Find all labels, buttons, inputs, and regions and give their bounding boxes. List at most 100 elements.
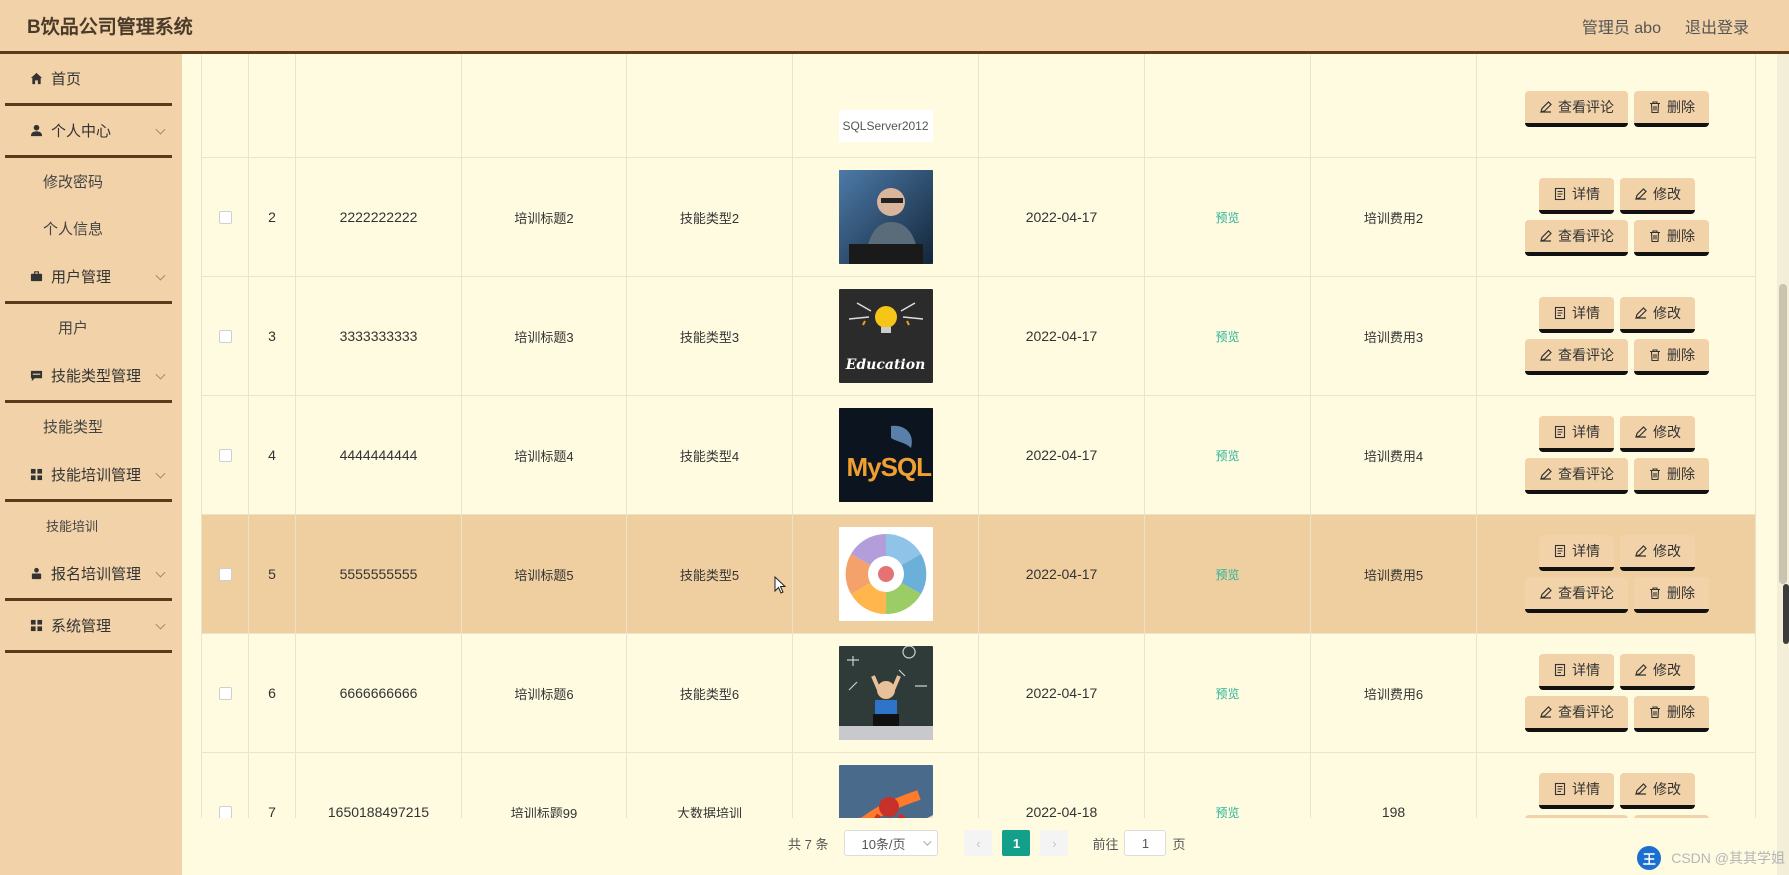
scrollbar-thumb[interactable] [1779, 284, 1787, 584]
ime-badge[interactable]: 王 [1637, 846, 1662, 870]
view-comments-button[interactable]: 查看评论 [1525, 696, 1628, 732]
row-checkbox[interactable] [218, 448, 232, 462]
preview-link[interactable]: 预览 [1215, 804, 1239, 819]
chevron-down-icon [155, 124, 166, 135]
view-comments-button[interactable]: 查看评论 [1525, 577, 1628, 613]
delete-button[interactable]: 删除 [1634, 91, 1709, 127]
training-number: 3333333333 [296, 277, 462, 395]
sidebar-item-skill-type-management[interactable]: 技能类型管理 [5, 351, 172, 403]
app-title: B饮品公司管理系统 [27, 17, 193, 38]
edit-button[interactable]: 修改 [1620, 773, 1695, 809]
sidebar-subitem-users[interactable]: 用户 [0, 304, 182, 351]
detail-button[interactable]: 详情 [1539, 178, 1614, 214]
goto-page-input[interactable]: 1 [1124, 830, 1167, 856]
row-index: 2 [249, 158, 296, 276]
page-size-select[interactable]: 10条/页 [844, 830, 939, 856]
table-row: 6 6666666666 培训标题6 技能类型6 2022-04-17 预览 培… [202, 634, 1755, 753]
skill-type: 技能类型2 [627, 158, 793, 276]
view-comments-button[interactable]: 查看评论 [1525, 458, 1628, 494]
view-comments-button[interactable]: 查看评论 [1525, 815, 1628, 818]
chevron-down-icon [923, 837, 933, 846]
cover-image [838, 527, 933, 621]
sidebar-item-home[interactable]: 首页 [5, 54, 172, 106]
table-row: 7 1650188497215 培训标题99 大数据培训 2022-04-18 … [202, 753, 1755, 819]
edit-button[interactable]: 修改 [1620, 535, 1695, 571]
sidebar-item-enrollment-management[interactable]: 报名培训管理 [5, 549, 172, 601]
grid-icon [29, 619, 43, 633]
edit-icon [1539, 100, 1553, 114]
row-checkbox[interactable] [218, 329, 232, 343]
training-title: 培训标题3 [462, 277, 627, 395]
detail-button[interactable]: 详情 [1539, 773, 1614, 809]
sidebar-item-label: 个人中心 [51, 123, 112, 140]
row-checkbox[interactable] [218, 210, 232, 224]
sidebar-subitem-skill-type[interactable]: 技能类型 [0, 403, 182, 450]
training-number: 6666666666 [296, 634, 462, 752]
page-scrollbar[interactable] [1777, 54, 1789, 875]
skill-type: 技能类型3 [627, 277, 793, 395]
preview-link[interactable]: 预览 [1215, 328, 1239, 345]
table-row: 2 2222222222 培训标题2 技能类型2 2022-04-17 预览 培… [202, 158, 1755, 277]
document-icon [1553, 187, 1567, 201]
sidebar-item-skill-training-management[interactable]: 技能培训管理 [5, 450, 172, 502]
sidebar-subitem-personal-info[interactable]: 个人信息 [0, 205, 182, 252]
edit-button[interactable]: 修改 [1620, 297, 1695, 333]
table-row: 3 3333333333 培训标题3 技能类型3 Education 2022-… [202, 277, 1755, 396]
message-icon [29, 369, 43, 383]
page-number-current[interactable]: 1 [1002, 830, 1031, 856]
sidebar-subitem-skill-training[interactable]: 技能培训 [0, 502, 182, 549]
goto-page: 前往 1 页 [1092, 830, 1186, 856]
sidebar-item-label: 报名培训管理 [51, 566, 142, 583]
preview-link[interactable]: 预览 [1215, 685, 1239, 702]
detail-button[interactable]: 详情 [1539, 654, 1614, 690]
chevron-left-icon[interactable]: ‹ [964, 830, 993, 856]
trash-icon [1648, 100, 1662, 114]
trash-icon [1648, 348, 1662, 362]
preview-link[interactable]: 预览 [1215, 447, 1239, 464]
training-number: 2222222222 [296, 158, 462, 276]
system-tray: 王 CSDN @其其学姐 [1637, 843, 1785, 873]
delete-button[interactable]: 删除 [1634, 220, 1709, 256]
person-icon [29, 567, 43, 581]
scrollbar-grip[interactable] [1783, 584, 1789, 644]
edit-button[interactable]: 修改 [1620, 654, 1695, 690]
edit-button[interactable]: 修改 [1620, 416, 1695, 452]
delete-button[interactable]: 删除 [1634, 458, 1709, 494]
delete-button[interactable]: 删除 [1634, 696, 1709, 732]
watermark: CSDN @其其学姐 [1671, 850, 1785, 866]
detail-button[interactable]: 详情 [1539, 535, 1614, 571]
sidebar-item-system-management[interactable]: 系统管理 [5, 601, 172, 653]
row-checkbox[interactable] [218, 686, 232, 700]
user-icon [29, 124, 43, 138]
detail-button[interactable]: 详情 [1539, 416, 1614, 452]
row-index: 5 [249, 515, 296, 633]
sidebar-item-personal-center[interactable]: 个人中心 [5, 106, 172, 158]
edit-button[interactable]: 修改 [1620, 178, 1695, 214]
detail-button[interactable]: 详情 [1539, 297, 1614, 333]
delete-button[interactable]: 删除 [1634, 339, 1709, 375]
sidebar-item-user-management[interactable]: 用户管理 [5, 252, 172, 304]
edit-icon [1539, 467, 1553, 481]
view-comments-button[interactable]: 查看评论 [1525, 339, 1628, 375]
mysql-logo-text: MySQL [846, 452, 933, 482]
row-checkbox[interactable] [218, 567, 232, 581]
training-table: SQLServer2012 查看评论 删除 2 2222222222 培训标题2… [201, 54, 1756, 818]
training-date: 2022-04-18 [979, 753, 1145, 818]
delete-button[interactable]: 删除 [1634, 815, 1709, 818]
row-index: 6 [249, 634, 296, 752]
briefcase-icon [29, 270, 43, 284]
view-comments-button[interactable]: 查看评论 [1525, 91, 1628, 127]
admin-name[interactable]: 管理员 abo [1582, 14, 1661, 38]
preview-link[interactable]: 预览 [1215, 209, 1239, 226]
sidebar-subitem-change-password[interactable]: 修改密码 [0, 158, 182, 205]
logout-link[interactable]: 退出登录 [1685, 14, 1749, 38]
sidebar-item-label: 系统管理 [51, 618, 112, 635]
view-comments-button[interactable]: 查看评论 [1525, 220, 1628, 256]
table-row: SQLServer2012 查看评论 删除 [202, 54, 1755, 158]
training-title: 培训标题6 [462, 634, 627, 752]
row-index: 3 [249, 277, 296, 395]
chevron-right-icon[interactable]: › [1040, 830, 1069, 856]
delete-button[interactable]: 删除 [1634, 577, 1709, 613]
preview-link[interactable]: 预览 [1215, 566, 1239, 583]
row-checkbox[interactable] [218, 805, 232, 818]
